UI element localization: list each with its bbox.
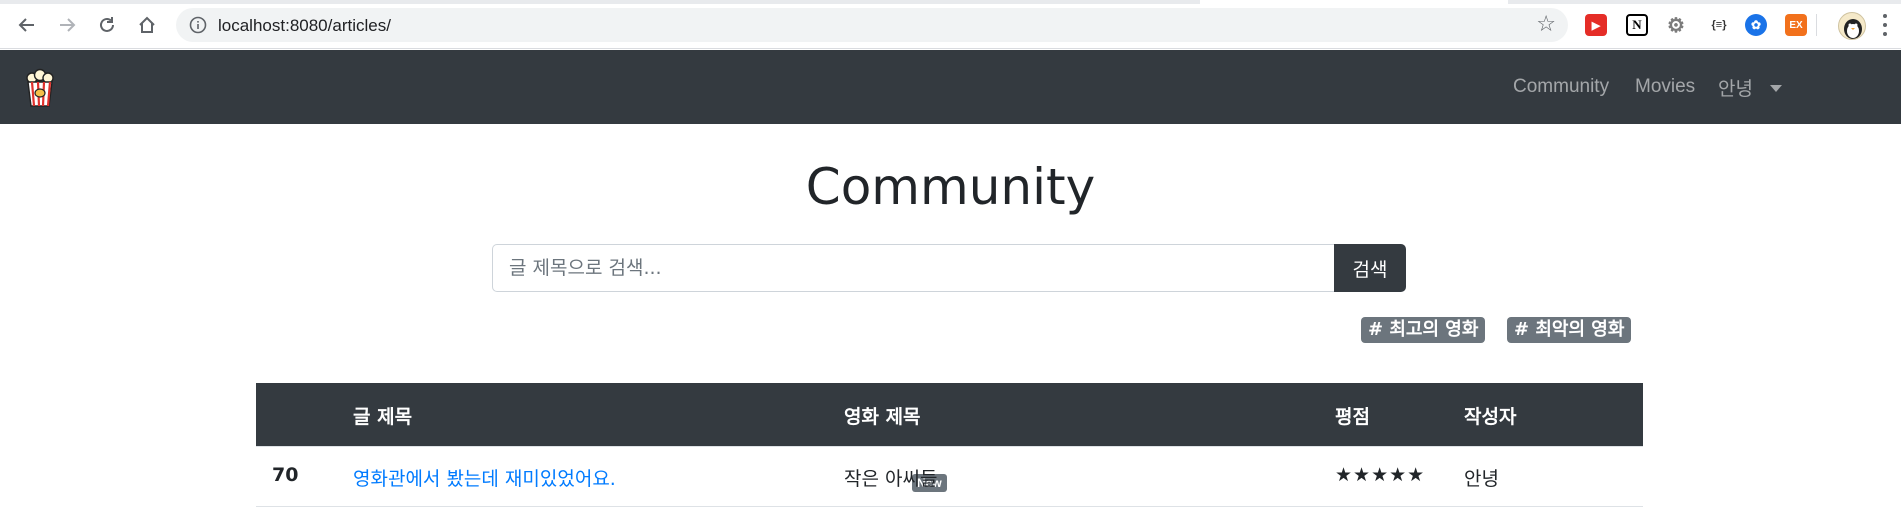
translate-ext-icon[interactable]: ✿ [1745,14,1767,36]
url-text[interactable]: localhost:8080/articles/ [218,16,391,36]
site-navbar: Community Movies 안녕 [0,50,1901,124]
article-id: 70 [272,464,299,486]
chevron-down-icon[interactable] [1770,85,1782,92]
ex-ext-icon[interactable]: EX [1785,14,1807,36]
author-name: 안녕 [1464,468,1499,490]
column-header-movie-title: 영화 제목 [844,406,921,428]
profile-avatar[interactable] [1838,12,1866,40]
search-input[interactable] [492,244,1334,292]
tab-strip-edge [0,0,1200,4]
reload-icon [100,17,114,32]
info-icon[interactable] [189,16,207,38]
tab-strip-edge-right [1508,0,1901,4]
arrow-left-icon [18,18,34,32]
article-title-link[interactable]: 영화관에서 봤는데 재미있었어요. [353,464,616,491]
movie-title: 작은 아씨들 [844,468,938,490]
arrow-right-icon [60,18,76,32]
reload-button[interactable] [92,10,122,40]
column-header-rating: 평점 [1335,406,1370,428]
browser-menu-button[interactable] [1880,12,1890,38]
articles-table: 글 제목 영화 제목 평점 작성자 70 영화관에서 봤는데 재미있었어요. N… [256,383,1643,507]
toolbar-divider [1816,14,1817,36]
youtube-ext-icon[interactable]: ▶ [1585,14,1607,36]
nav-link-community[interactable]: Community [1513,76,1609,98]
browser-toolbar: localhost:8080/articles/ ☆ ▶ N ⚙ {≡} ✿ E… [0,0,1901,49]
settings-ext-icon[interactable]: ⚙ [1665,14,1687,37]
nav-link-movies[interactable]: Movies [1635,76,1695,98]
home-button[interactable] [132,10,162,40]
tag-best-movies[interactable]: # 최고의 영화 [1361,317,1486,343]
column-header-article-title: 글 제목 [353,406,413,428]
user-menu-dropdown[interactable]: 안녕 [1718,74,1753,101]
json-ext-icon[interactable]: {≡} [1705,14,1733,36]
address-bar[interactable]: localhost:8080/articles/ ☆ [176,8,1568,42]
table-row: 70 영화관에서 봤는데 재미있었어요. New 작은 아씨들 ★★★★★ 안녕 [256,446,1643,507]
table-header: 글 제목 영화 제목 평점 작성자 [256,383,1643,446]
popcorn-logo-icon[interactable] [22,68,58,108]
column-header-author: 작성자 [1464,406,1517,428]
search-button[interactable]: 검색 [1334,244,1406,292]
home-icon [139,16,155,33]
forward-button[interactable] [52,10,82,40]
back-button[interactable] [12,10,42,40]
penguin-avatar-icon [1844,19,1862,39]
rating-stars: ★★★★★ [1335,464,1426,486]
tag-worst-movies[interactable]: # 최악의 영화 [1507,317,1632,343]
page-title: Community [805,158,1096,216]
notion-icon[interactable]: N [1626,14,1648,36]
bookmark-star-icon[interactable]: ☆ [1536,14,1556,36]
